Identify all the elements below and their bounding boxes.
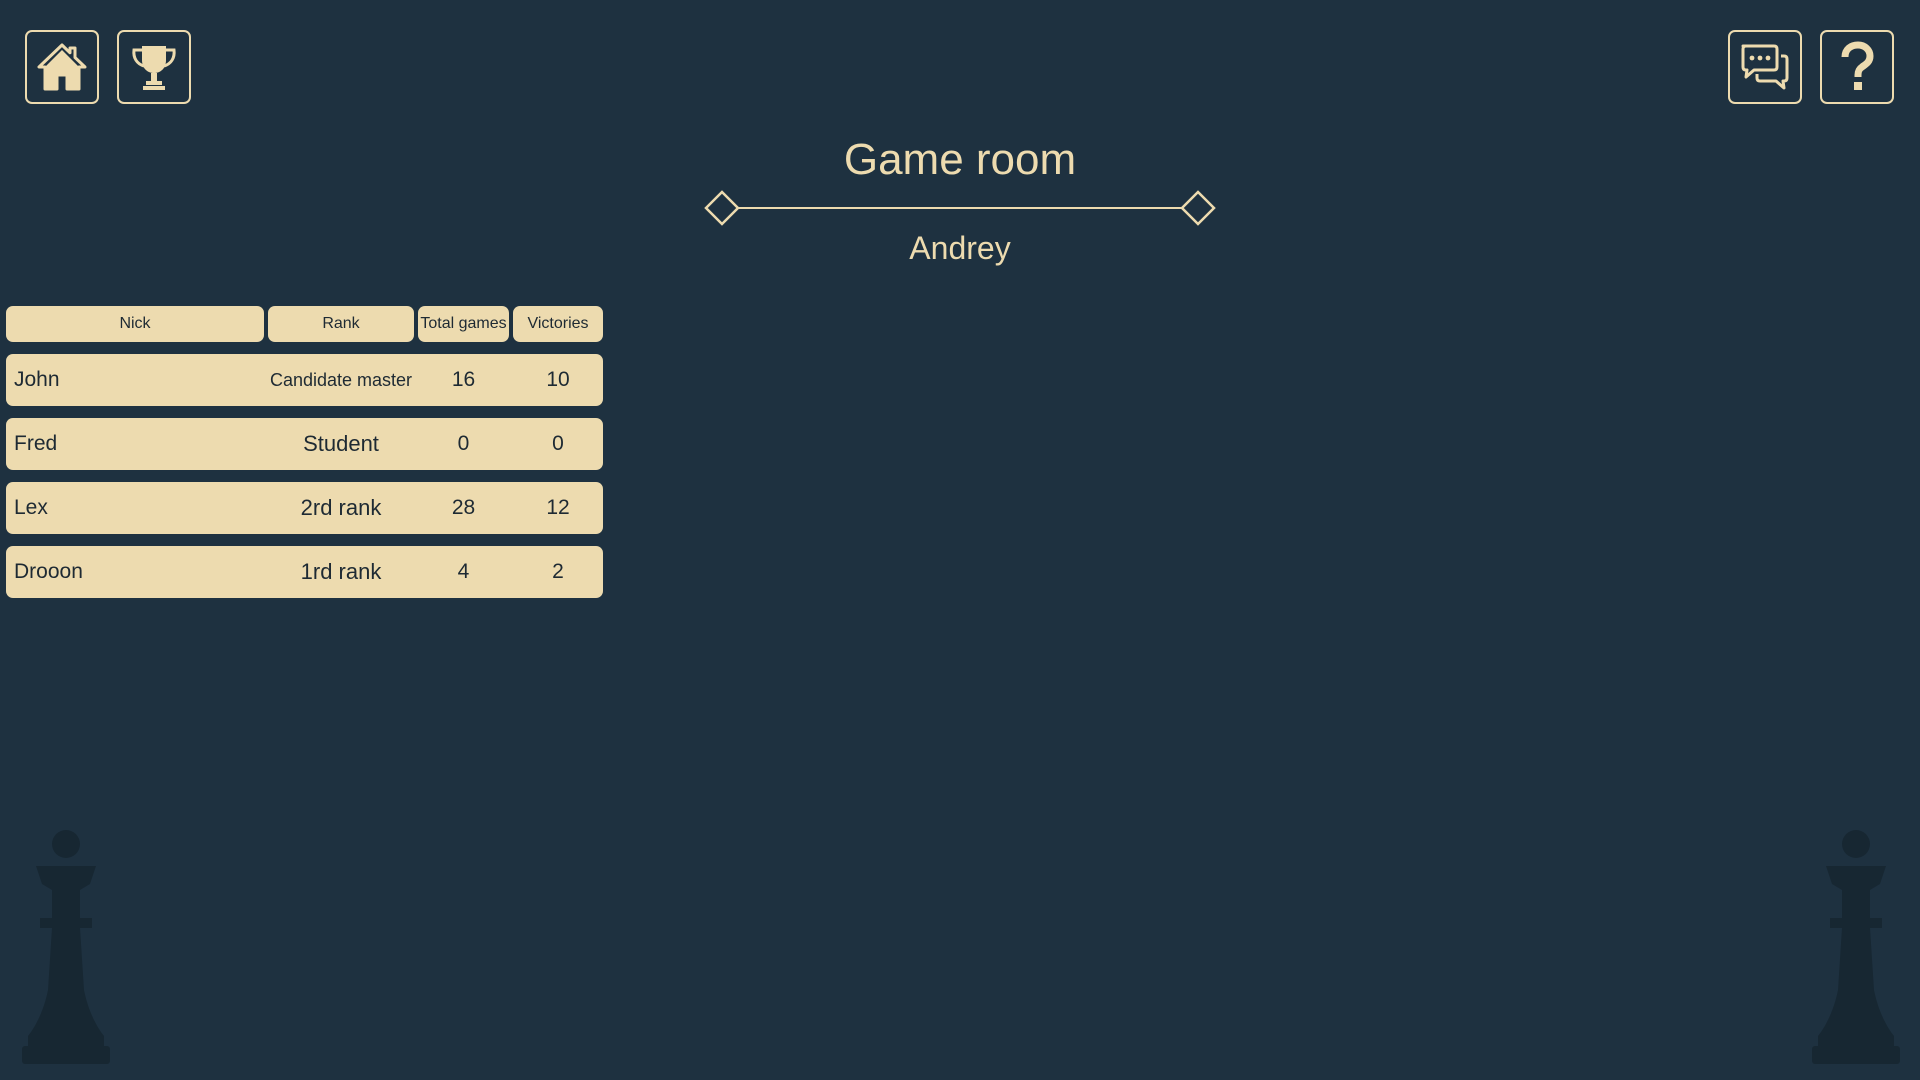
trophy-icon <box>132 46 176 90</box>
chat-button[interactable] <box>1728 30 1802 104</box>
row-victories: 0 <box>552 432 564 455</box>
row-total-games: 28 <box>451 496 476 519</box>
row-nick: Drooon <box>14 560 83 583</box>
row-rank: Student <box>303 431 379 456</box>
queen-icon <box>22 830 110 1064</box>
column-header-total-games[interactable]: Total games <box>418 306 509 342</box>
row-total-games: 0 <box>457 432 470 455</box>
players-table: Nick Rank Total games Victories John Can… <box>6 306 603 598</box>
trophy-button[interactable] <box>117 30 191 104</box>
table-row[interactable]: John Candidate master 16 10 <box>6 354 603 406</box>
row-victories: 2 <box>552 560 564 583</box>
column-header-victories[interactable]: Victories <box>513 306 603 342</box>
row-victories: 10 <box>546 368 570 391</box>
row-nick: Lex <box>14 496 48 519</box>
page-title: Game room <box>843 135 1077 184</box>
table-header: Nick Rank Total games Victories <box>6 306 603 342</box>
game-room-screen: Game room Andrey Nick Rank Total games V… <box>0 0 1920 1080</box>
row-nick: John <box>14 368 60 391</box>
table-row[interactable]: Fred Student 0 0 <box>6 418 603 470</box>
queen-icon <box>1812 830 1900 1064</box>
row-victories: 12 <box>546 496 570 519</box>
help-icon <box>1841 41 1874 90</box>
row-total-games: 16 <box>451 368 476 391</box>
row-nick: Fred <box>14 432 58 455</box>
help-button[interactable] <box>1820 30 1894 104</box>
column-header-nick[interactable]: Nick <box>6 306 264 342</box>
row-total-games: 4 <box>457 560 470 583</box>
row-rank: Candidate master <box>269 369 413 390</box>
player-name: Andrey <box>909 230 1011 266</box>
column-header-rank[interactable]: Rank <box>268 306 414 342</box>
row-rank: 1rd rank <box>300 559 382 584</box>
home-button[interactable] <box>25 30 99 104</box>
table-row[interactable]: Drooon 1rd rank 4 2 <box>6 546 603 598</box>
chat-icon <box>1741 44 1789 90</box>
table-row[interactable]: Lex 2rd rank 28 12 <box>6 482 603 534</box>
home-icon <box>37 43 87 91</box>
row-rank: 2rd rank <box>300 495 382 520</box>
title-divider <box>704 190 1216 226</box>
